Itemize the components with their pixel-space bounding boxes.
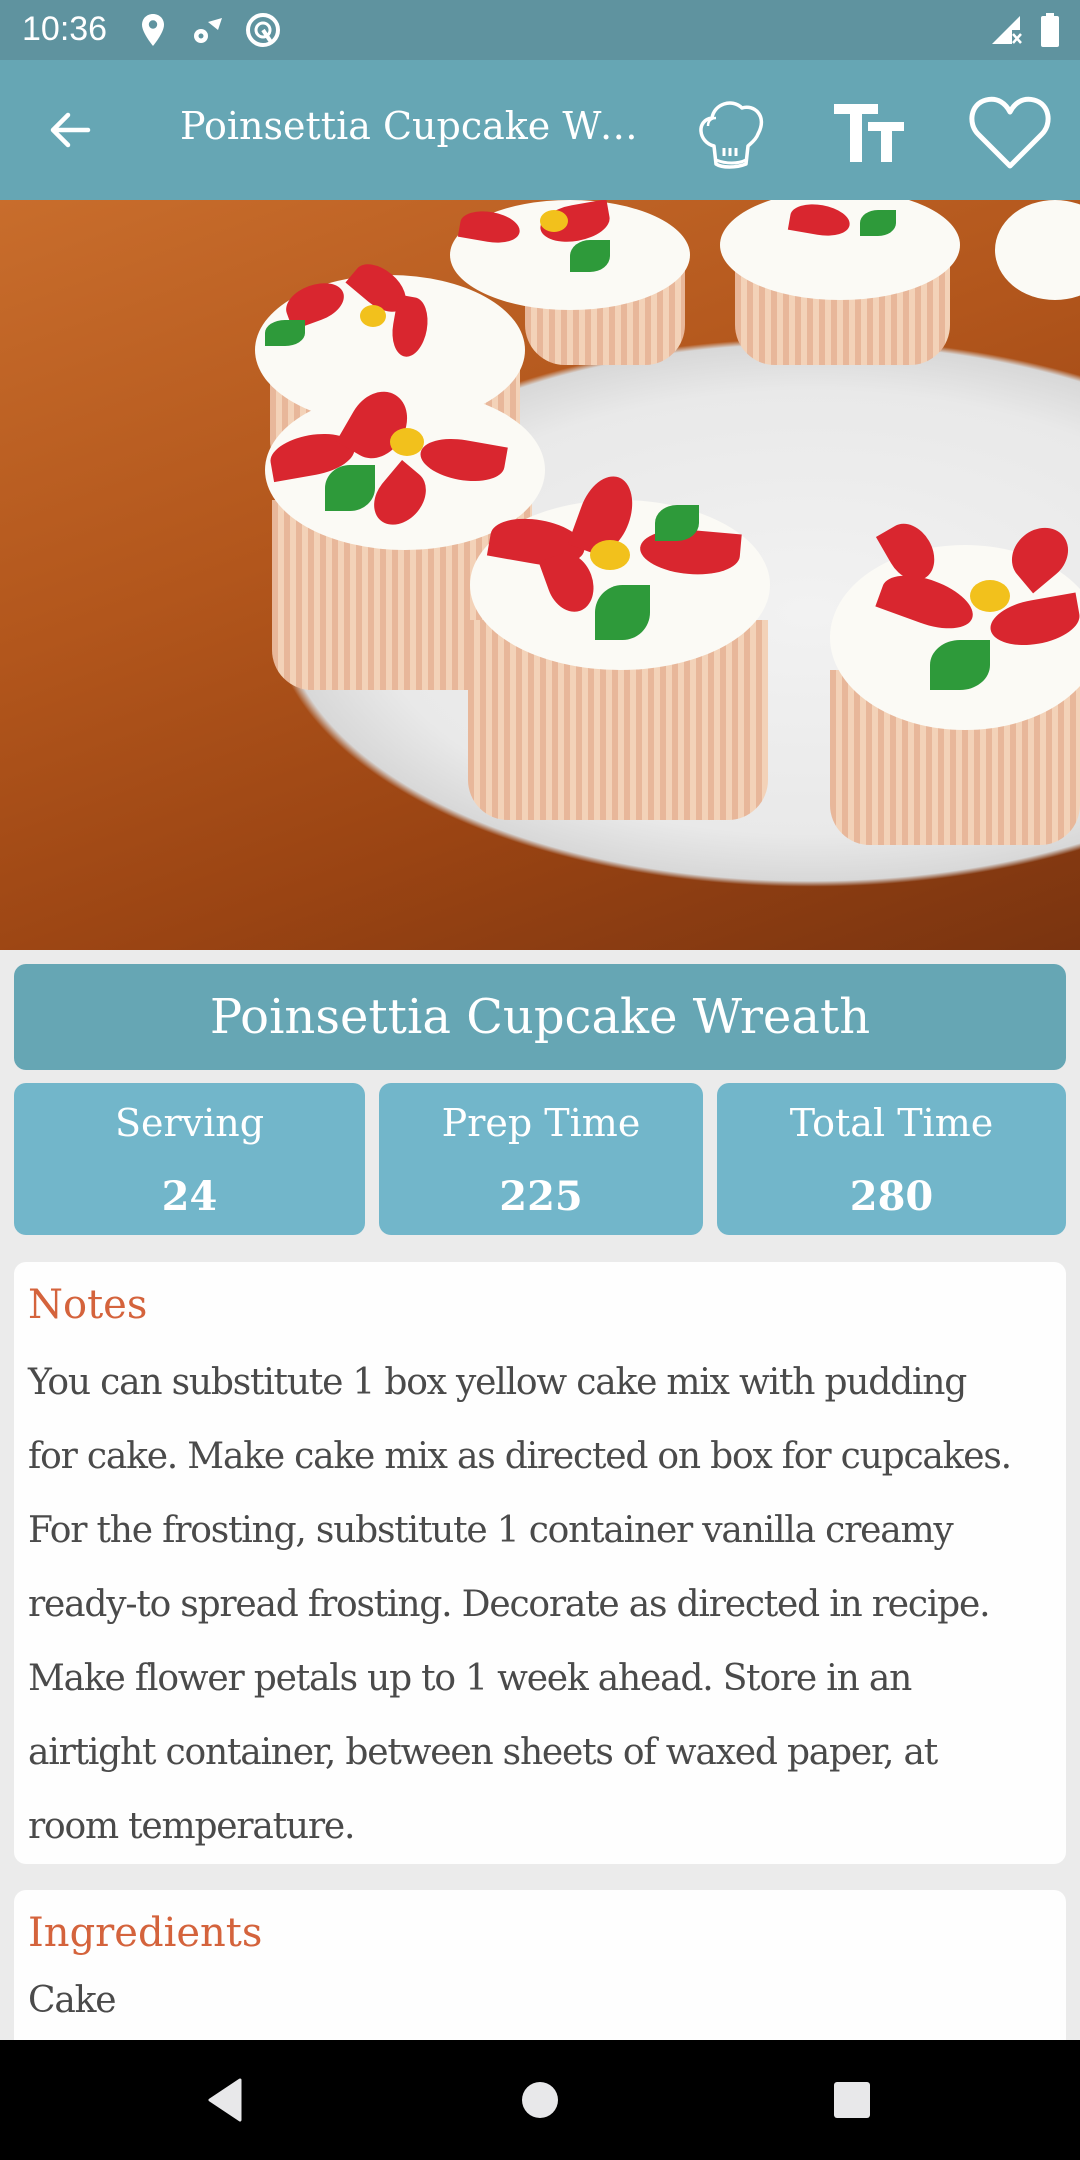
- recipe-title-card: Poinsettia Cupcake Wreath: [14, 964, 1066, 1070]
- text-size-button[interactable]: [828, 90, 912, 174]
- ingredients-heading: Ingredients: [28, 1910, 263, 1956]
- app-bar-title: Poinsettia Cupcake Wreath: [180, 104, 640, 148]
- chef-hat-icon: [699, 101, 764, 169]
- chef-mode-button[interactable]: [688, 90, 772, 174]
- notes-line: airtight container, between sheets of wa…: [28, 1732, 938, 1773]
- stat-total-time: Total Time 280: [717, 1083, 1066, 1235]
- recipe-title: Poinsettia Cupcake Wreath: [209, 989, 871, 1045]
- app-bar: Poinsettia Cupcake Wreath: [0, 60, 1080, 200]
- notes-line: Make flower petals up to 1 week ahead. S…: [28, 1658, 912, 1699]
- system-nav-bar: [0, 2040, 1080, 2160]
- home-circle-icon: [522, 2082, 558, 2118]
- settings-signal-icon: [190, 14, 224, 52]
- notes-line: room temperature.: [28, 1806, 355, 1847]
- text-size-icon: [834, 104, 904, 162]
- battery-icon: [1040, 13, 1060, 51]
- stat-serving: Serving 24: [14, 1083, 365, 1235]
- nav-home-button[interactable]: [500, 2070, 580, 2130]
- hero-image: [0, 200, 1080, 950]
- data-saver-icon: [243, 10, 283, 54]
- status-bar: 10:36: [0, 0, 1080, 60]
- nav-recents-button[interactable]: [812, 2070, 892, 2130]
- stat-label: Prep Time: [441, 1101, 641, 1145]
- favorite-heart-icon: [969, 96, 1051, 169]
- stat-label: Total Time: [789, 1101, 994, 1145]
- favorite-button[interactable]: [968, 90, 1052, 174]
- cellular-no-signal-icon: [990, 14, 1024, 50]
- back-triangle-icon: [208, 2078, 242, 2122]
- notes-line: ready-to spread frosting. Decorate as di…: [28, 1584, 991, 1625]
- back-button[interactable]: [40, 100, 100, 160]
- arrow-back-icon: [50, 112, 91, 148]
- stat-value: 280: [849, 1173, 934, 1220]
- recents-square-icon: [834, 2082, 870, 2118]
- status-time: 10:36: [22, 10, 108, 48]
- stat-value: 225: [499, 1173, 583, 1220]
- location-pin-icon: [140, 12, 166, 52]
- stat-prep-time: Prep Time 225: [379, 1083, 703, 1235]
- stat-label: Serving: [114, 1101, 265, 1145]
- ingredient-group-label: Cake: [28, 1980, 117, 2021]
- notes-line: for cake. Make cake mix as directed on b…: [28, 1436, 1012, 1477]
- notes-heading: Notes: [28, 1282, 148, 1328]
- stat-value: 24: [161, 1173, 218, 1220]
- nav-back-button[interactable]: [186, 2070, 266, 2130]
- notes-line: For the frosting, substitute 1 container…: [28, 1510, 954, 1551]
- notes-body: You can substitute 1 box yellow cake mix…: [28, 1346, 1048, 1864]
- notes-line: You can substitute 1 box yellow cake mix…: [28, 1362, 967, 1403]
- notes-card: Notes You can substitute 1 box yellow ca…: [14, 1262, 1066, 1864]
